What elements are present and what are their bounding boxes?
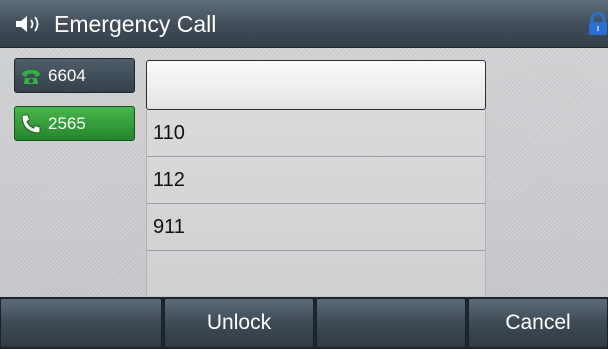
- softkey-1[interactable]: [0, 298, 162, 348]
- line-key-6604[interactable]: 6604: [14, 58, 135, 93]
- list-item[interactable]: 911: [147, 204, 485, 251]
- phone-handset-icon: [21, 114, 41, 134]
- list-item[interactable]: 112: [147, 157, 485, 204]
- phone-screen: Emergency Call 6604 2565 110 112 911 Unl…: [0, 0, 608, 349]
- softkey-bar: Unlock Cancel: [0, 297, 608, 349]
- list-item-label: 911: [153, 216, 185, 238]
- speaker-icon: [16, 16, 39, 32]
- emergency-number-list: 110 112 911: [146, 110, 486, 296]
- cancel-button[interactable]: Cancel: [468, 298, 608, 348]
- list-item-label: 112: [153, 169, 185, 191]
- title-bar: Emergency Call: [0, 0, 608, 48]
- page-title: Emergency Call: [54, 11, 217, 37]
- list-item[interactable]: 110: [147, 110, 485, 157]
- unlock-button[interactable]: Unlock: [164, 298, 314, 348]
- softkey-3[interactable]: [316, 298, 466, 348]
- phone-handset-icon: [22, 69, 40, 84]
- line-key-number: 6604: [48, 65, 86, 85]
- lock-icon: [589, 12, 607, 35]
- number-input[interactable]: [146, 60, 486, 110]
- line-key-number: 2565: [48, 113, 86, 133]
- list-item-label: 110: [153, 122, 185, 144]
- line-key-2565[interactable]: 2565: [14, 106, 135, 141]
